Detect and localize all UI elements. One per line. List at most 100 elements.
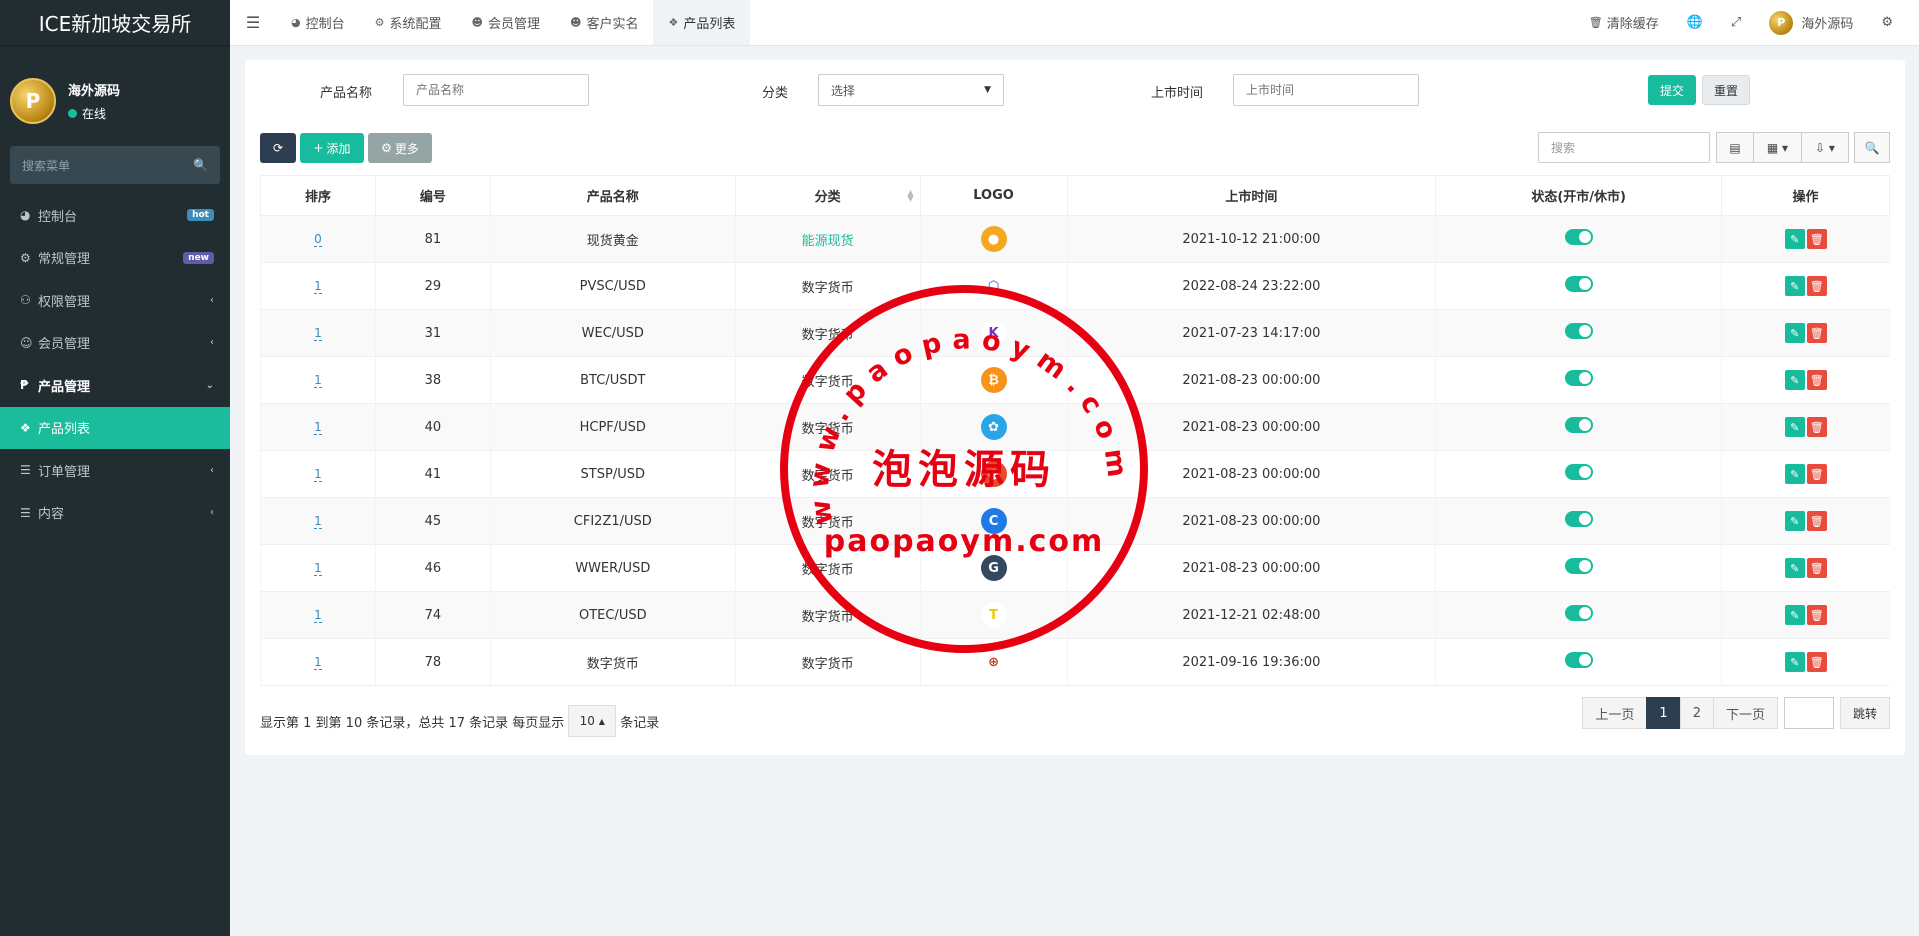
per-page-select[interactable]: 10 ▲ bbox=[568, 705, 617, 737]
table-row[interactable]: 1 45 CFI2Z1/USD 数字货币 C 2021-08-23 00:00:00 ✎ 🗑 bbox=[260, 497, 1890, 545]
search-toggle-button[interactable]: 🔍 bbox=[1854, 132, 1890, 163]
jump-page-input[interactable] bbox=[1783, 697, 1834, 729]
edit-button[interactable]: ✎ bbox=[1784, 229, 1805, 249]
fullscreen-button[interactable]: ⤢ bbox=[1717, 0, 1755, 45]
table-row[interactable]: 1 78 数字货币 数字货币 ⊕ 2021-09-16 19:36:00 ✎ 🗑 bbox=[260, 638, 1890, 686]
tab-members[interactable]: ☻ 会员管理 bbox=[457, 0, 555, 45]
col-name[interactable]: 产品名称 bbox=[489, 175, 736, 216]
sidebar-item-product-list[interactable]: ❖ 产品列表 bbox=[0, 406, 230, 449]
columns-button[interactable]: ▦ ▾ bbox=[1753, 132, 1802, 163]
table-row[interactable]: 1 29 PVSC/USD 数字货币 ⬡ 2022-08-24 23:22:00 ✎ 🗑 bbox=[260, 262, 1890, 310]
table-row[interactable]: 0 81 现货黄金 能源现货 ● 2021-10-12 21:00:00 ✎ 🗑 bbox=[260, 215, 1890, 263]
language-button[interactable]: 🌐 bbox=[1673, 0, 1717, 45]
table-row[interactable]: 1 38 BTC/USDT 数字货币 ₿ 2021-08-23 00:00:00 ✎ 🗑 bbox=[260, 356, 1890, 404]
product-name-input[interactable] bbox=[403, 74, 589, 106]
sort-value-link[interactable]: 1 bbox=[314, 513, 322, 529]
reset-button[interactable]: 重置 bbox=[1702, 75, 1750, 105]
category-value[interactable]: 能源现货 bbox=[802, 234, 854, 249]
col-id[interactable]: 编号 bbox=[374, 175, 491, 216]
user-menu[interactable]: P 海外源码 bbox=[1755, 0, 1867, 45]
tab-system-config[interactable]: ⚙ 系统配置 bbox=[360, 0, 457, 45]
status-toggle[interactable] bbox=[1564, 558, 1593, 574]
status-toggle[interactable] bbox=[1564, 276, 1593, 292]
col-sort[interactable]: 排序 bbox=[260, 175, 376, 216]
table-row[interactable]: 1 41 STSP/USD 数字货币 ● 2021-08-23 00:00:00 ✎ 🗑 bbox=[260, 450, 1890, 498]
table-row[interactable]: 1 74 OTEC/USD 数字货币 T 2021-12-21 02:48:00 ✎ 🗑 bbox=[260, 591, 1890, 639]
sort-value-link[interactable]: 1 bbox=[314, 325, 322, 341]
delete-button[interactable]: 🗑 bbox=[1806, 464, 1827, 484]
sidebar-item-permissions[interactable]: ⚇ 权限管理 ‹ bbox=[0, 279, 230, 322]
table-row[interactable]: 1 31 WEC/USD 数字货币 K 2021-07-23 14:17:00 ✎ 🗑 bbox=[260, 309, 1890, 357]
col-category[interactable]: 分类 ▲ ▼ bbox=[734, 175, 921, 216]
toggle-view-button[interactable]: ▤ bbox=[1716, 132, 1754, 163]
table-row[interactable]: 1 40 HCPF/USD 数字货币 ✿ 2021-08-23 00:00:00 ✎ 🗑 bbox=[260, 403, 1890, 451]
edit-button[interactable]: ✎ bbox=[1784, 652, 1805, 672]
status-toggle[interactable] bbox=[1564, 229, 1593, 245]
list-time-input[interactable] bbox=[1233, 74, 1419, 106]
col-logo[interactable]: LOGO bbox=[919, 175, 1068, 216]
col-list-time[interactable]: 上市时间 bbox=[1066, 175, 1437, 216]
sidebar-item-content[interactable]: ☰ 内容 ‹ bbox=[0, 492, 230, 535]
table-row[interactable]: 1 46 WWER/USD 数字货币 G 2021-08-23 00:00:00 ✎ 🗑 bbox=[260, 544, 1890, 592]
edit-button[interactable]: ✎ bbox=[1784, 370, 1805, 390]
tab-real-name[interactable]: ☻ 客户实名 bbox=[555, 0, 653, 45]
sort-value-link[interactable]: 1 bbox=[314, 372, 322, 388]
delete-button[interactable]: 🗑 bbox=[1806, 323, 1827, 343]
edit-button[interactable]: ✎ bbox=[1784, 276, 1805, 296]
export-button[interactable]: ⇩ ▾ bbox=[1801, 132, 1849, 163]
status-toggle[interactable] bbox=[1564, 417, 1593, 433]
sort-value-link[interactable]: 1 bbox=[314, 560, 322, 576]
sidebar-item-products[interactable]: ₱ 产品管理 ⌄ bbox=[0, 364, 230, 407]
delete-button[interactable]: 🗑 bbox=[1806, 417, 1827, 437]
page-1-button[interactable]: 1 bbox=[1646, 697, 1681, 729]
status-toggle[interactable] bbox=[1564, 464, 1593, 480]
settings-button[interactable]: ⚙ bbox=[1867, 0, 1907, 45]
delete-button[interactable]: 🗑 bbox=[1806, 605, 1827, 625]
app-title[interactable]: ICE新加坡交易所 bbox=[0, 0, 230, 46]
edit-button[interactable]: ✎ bbox=[1784, 511, 1805, 531]
page-2-button[interactable]: 2 bbox=[1679, 697, 1714, 729]
sidebar-item-members[interactable]: ☺ 会员管理 ‹ bbox=[0, 322, 230, 365]
sort-value-link[interactable]: 1 bbox=[314, 607, 322, 623]
tab-dashboard[interactable]: ◕ 控制台 bbox=[276, 0, 360, 45]
menu-toggle-icon[interactable]: ☰ bbox=[230, 0, 276, 45]
edit-button[interactable]: ✎ bbox=[1784, 417, 1805, 437]
sort-value-link[interactable]: 1 bbox=[314, 466, 322, 482]
delete-button[interactable]: 🗑 bbox=[1806, 558, 1827, 578]
table-search-input[interactable]: 搜索 bbox=[1538, 132, 1710, 163]
more-button[interactable]: ⚙ 更多 bbox=[368, 133, 432, 163]
sort-value-link[interactable]: 0 bbox=[314, 231, 322, 247]
submit-button[interactable]: 提交 bbox=[1648, 75, 1696, 105]
sort-value-link[interactable]: 1 bbox=[314, 419, 322, 435]
add-button[interactable]: + 添加 bbox=[300, 133, 364, 163]
sidebar-item-dashboard[interactable]: ◕ 控制台 hot bbox=[0, 194, 230, 237]
delete-button[interactable]: 🗑 bbox=[1806, 370, 1827, 390]
delete-button[interactable]: 🗑 bbox=[1806, 229, 1827, 249]
next-page-button[interactable]: 下一页 bbox=[1712, 697, 1778, 729]
jump-button[interactable]: 跳转 bbox=[1839, 697, 1890, 729]
delete-button[interactable]: 🗑 bbox=[1806, 276, 1827, 296]
sidebar-item-orders[interactable]: ☰ 订单管理 ‹ bbox=[0, 449, 230, 492]
sidebar-item-general[interactable]: ⚙ 常规管理 new bbox=[0, 237, 230, 280]
refresh-button[interactable]: ⟳ bbox=[260, 133, 296, 163]
status-toggle[interactable] bbox=[1564, 605, 1593, 621]
edit-button[interactable]: ✎ bbox=[1784, 605, 1805, 625]
edit-button[interactable]: ✎ bbox=[1784, 323, 1805, 343]
clear-cache-button[interactable]: 🗑 清除缓存 bbox=[1575, 0, 1673, 45]
delete-button[interactable]: 🗑 bbox=[1806, 652, 1827, 672]
prev-page-button[interactable]: 上一页 bbox=[1582, 697, 1648, 729]
sort-value-link[interactable]: 1 bbox=[314, 654, 322, 670]
status-toggle[interactable] bbox=[1564, 652, 1593, 668]
tab-product-list[interactable]: ❖ 产品列表 bbox=[653, 0, 751, 45]
status-toggle[interactable] bbox=[1564, 323, 1593, 339]
status-toggle[interactable] bbox=[1564, 511, 1593, 527]
delete-button[interactable]: 🗑 bbox=[1806, 511, 1827, 531]
status-toggle[interactable] bbox=[1564, 370, 1593, 386]
sort-value-link[interactable]: 1 bbox=[314, 278, 322, 294]
menu-search-input[interactable]: 搜索菜单 🔍 bbox=[10, 146, 220, 184]
edit-button[interactable]: ✎ bbox=[1784, 464, 1805, 484]
id-cell: 81 bbox=[374, 215, 491, 263]
col-status[interactable]: 状态(开市/休市) bbox=[1435, 175, 1723, 216]
category-select[interactable]: 选择 ▼ bbox=[818, 74, 1004, 106]
edit-button[interactable]: ✎ bbox=[1784, 558, 1805, 578]
